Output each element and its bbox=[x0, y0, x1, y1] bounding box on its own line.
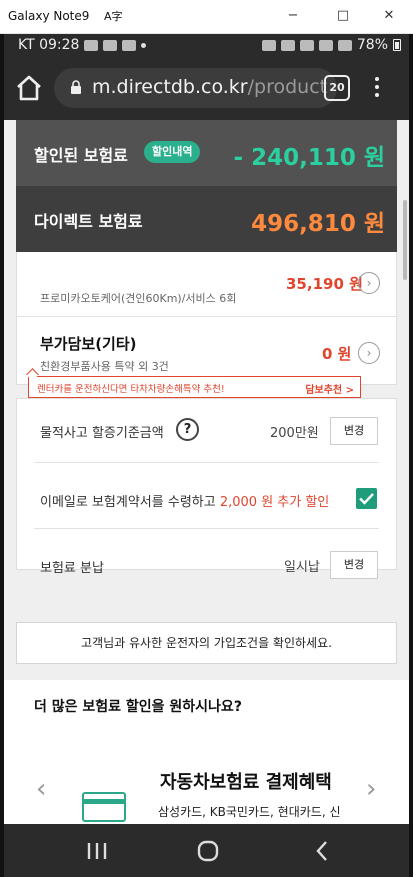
property-damage-value: 200만원 bbox=[270, 426, 319, 441]
lock-icon bbox=[71, 80, 81, 94]
coverage-item-sub: 친환경부품사용 특약 외 3건 bbox=[40, 360, 169, 373]
overflow-menu-icon[interactable] bbox=[369, 74, 385, 104]
window-title: Galaxy Note9 bbox=[8, 9, 90, 23]
installment-label: 보험료 분납 bbox=[40, 561, 104, 576]
url-bar[interactable]: m.directdb.co.kr/product bbox=[54, 68, 337, 108]
help-icon[interactable]: ? bbox=[176, 418, 199, 441]
maximize-button[interactable]: □ bbox=[331, 4, 355, 28]
pass-icon bbox=[84, 39, 99, 51]
recommend-coverage-link[interactable]: 담보추천 > bbox=[305, 381, 354, 396]
direct-premium-label: 다이렉트 보험료 bbox=[34, 212, 143, 231]
coverage-item-price: 0 원 bbox=[322, 345, 352, 363]
url-path: /product bbox=[247, 76, 328, 98]
battery-icon bbox=[393, 39, 401, 51]
wifi-icon bbox=[299, 39, 314, 51]
installment-change-button[interactable]: 변경 bbox=[330, 551, 378, 579]
url-host: m.directdb.co.kr bbox=[92, 76, 248, 98]
recent-apps-icon[interactable] bbox=[84, 838, 110, 864]
credit-card-icon bbox=[82, 792, 126, 822]
divider bbox=[34, 462, 379, 463]
direct-premium-value: 496,810 원 bbox=[251, 211, 385, 237]
promo-tooltip[interactable]: 렌터카를 운전하신다면 타차차량손해특약 추천! 담보추천 > bbox=[28, 376, 361, 398]
email-discount-highlight: 2,000 원 추가 할인 bbox=[219, 495, 330, 510]
property-damage-label: 물적사고 할증기준금액 bbox=[40, 426, 164, 441]
promo-card-title: 더 많은 보험료 할인을 원하시나요? bbox=[34, 699, 242, 715]
divider bbox=[16, 316, 397, 317]
chevron-right-icon[interactable]: › bbox=[358, 272, 380, 294]
benefit-title: 자동차보험료 결제혜택 bbox=[160, 772, 332, 793]
installment-value: 일시납 bbox=[284, 560, 320, 575]
status-bar: KT 09:28 78% bbox=[4, 34, 409, 58]
tab-switcher-button[interactable]: 20 bbox=[324, 75, 350, 101]
font-icon[interactable]: A字 bbox=[104, 8, 123, 24]
promo-text: 렌터카를 운전하신다면 타차차량손해특약 추천! bbox=[37, 384, 225, 395]
coverage-item-price: 35,190 원 bbox=[286, 275, 363, 293]
close-button[interactable]: ✕ bbox=[377, 4, 401, 28]
property-change-button[interactable]: 변경 bbox=[330, 417, 378, 445]
hd-icon bbox=[318, 39, 333, 51]
device-frame: KT 09:28 78% m.directdb.co.kr/product 20… bbox=[0, 34, 413, 877]
divider bbox=[34, 528, 379, 529]
similar-driver-notice[interactable]: 고객님과 유사한 운전자의 가입조건을 확인하세요. bbox=[16, 622, 397, 664]
scrollbar-thumb[interactable] bbox=[403, 200, 407, 280]
lock-icon bbox=[280, 39, 295, 51]
browser-toolbar: m.directdb.co.kr/product 20 bbox=[4, 58, 409, 120]
navigation-bar bbox=[4, 824, 409, 877]
discount-row: 할인된 보험료 할인내역 - 240,110 원 bbox=[16, 120, 397, 186]
signal-icon bbox=[337, 39, 352, 51]
premium-summary: 할인된 보험료 할인내역 - 240,110 원 다이렉트 보험료 496,81… bbox=[16, 120, 397, 252]
mute-icon bbox=[261, 39, 276, 51]
home-icon[interactable] bbox=[14, 73, 44, 103]
chevron-left-icon[interactable]: ‹ bbox=[36, 774, 46, 804]
home-nav-icon[interactable] bbox=[195, 838, 221, 864]
window-titlebar: Galaxy Note9 A字 − □ ✕ bbox=[0, 0, 413, 34]
benefit-description: 삼성카드, KB국민카드, 현대카드, 신한카드, NH농협카드 bbox=[158, 805, 341, 819]
back-icon[interactable] bbox=[310, 838, 336, 864]
email-discount-checkbox[interactable] bbox=[356, 488, 377, 509]
minimize-button[interactable]: − bbox=[281, 4, 305, 28]
page-content: 할인된 보험료 할인내역 - 240,110 원 다이렉트 보험료 496,81… bbox=[4, 120, 409, 824]
discount-label: 할인된 보험료 bbox=[34, 146, 128, 165]
email-discount-text: 이메일로 보험계약서를 수령하고 bbox=[40, 495, 220, 510]
dot-icon bbox=[141, 42, 147, 48]
discount-value: - 240,110 원 bbox=[233, 145, 385, 171]
carrier-time: KT 09:28 bbox=[18, 37, 80, 53]
direct-premium-row: 다이렉트 보험료 496,810 원 bbox=[16, 186, 397, 252]
discount-details-badge[interactable]: 할인내역 bbox=[144, 141, 201, 163]
battery-percent: 78% bbox=[356, 37, 388, 53]
chevron-right-icon[interactable]: › bbox=[366, 774, 376, 804]
coverage-item-title: 부가담보(기타) bbox=[40, 335, 137, 353]
url-text: m.directdb.co.kr/product bbox=[92, 76, 327, 98]
talk-icon bbox=[122, 39, 137, 51]
device-screen: KT 09:28 78% m.directdb.co.kr/product 20… bbox=[4, 34, 409, 877]
chevron-right-icon[interactable]: › bbox=[358, 342, 380, 364]
email-discount-label: 이메일로 보험계약서를 수령하고 2,000 원 추가 할인 bbox=[40, 491, 329, 510]
coverage-item-sub: 프로미카오토케어(견인60Km)/서비스 6회 bbox=[40, 292, 237, 305]
message-icon bbox=[103, 39, 118, 51]
payment-benefit-card: 더 많은 보험료 할인을 원하시나요? ‹ 자동차보험료 결제혜택 삼성카드, … bbox=[4, 680, 409, 824]
